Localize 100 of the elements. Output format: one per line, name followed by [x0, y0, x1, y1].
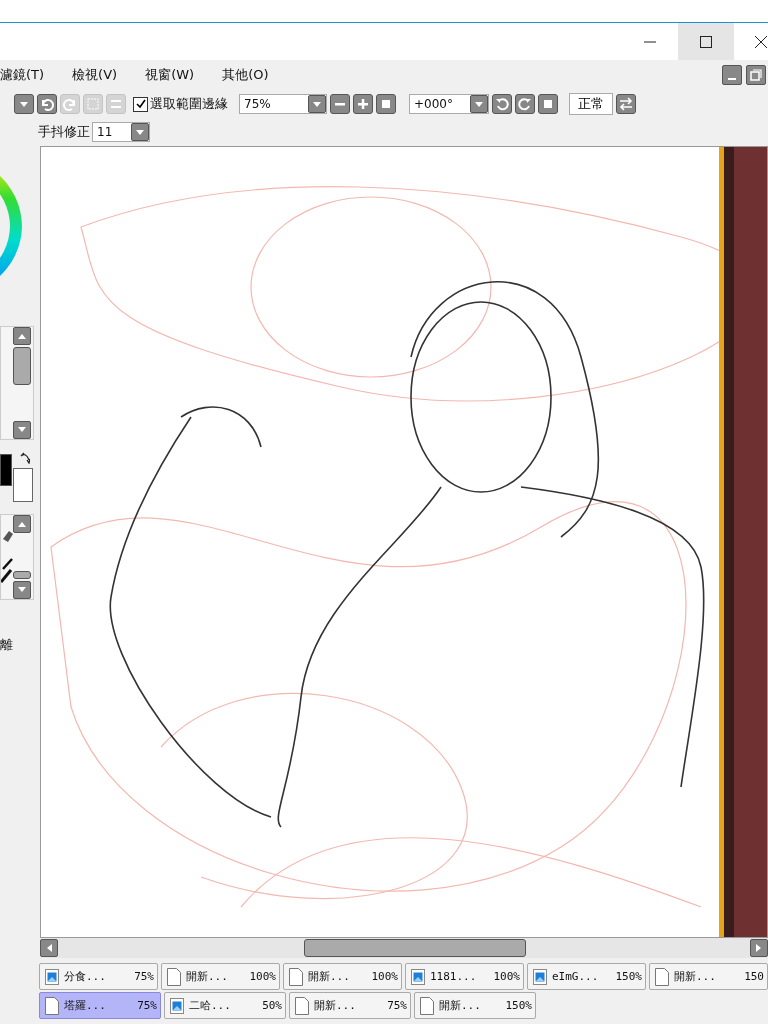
zoom-level: 100%	[371, 970, 398, 983]
selection-edge-checkbox[interactable]: 選取範圍邊緣	[133, 95, 228, 113]
restore-button[interactable]	[746, 65, 766, 85]
menu-item[interactable]: 濾鏡(T)	[0, 66, 45, 84]
image-file-icon	[411, 968, 425, 985]
caret-icon	[135, 128, 145, 136]
scrollbar-thumb[interactable]	[13, 571, 31, 579]
zoom-level: 75%	[134, 970, 154, 983]
document-name: 塔羅...	[64, 998, 106, 1013]
zoom-dropdown[interactable]: 75%	[239, 94, 327, 114]
close-icon	[754, 34, 768, 49]
plus-icon	[357, 98, 369, 110]
restore-icon	[750, 69, 762, 81]
right-arrow-icon	[756, 944, 762, 952]
file-icon	[420, 996, 434, 1015]
minimize-button[interactable]	[722, 65, 742, 85]
caret-icon	[312, 100, 322, 108]
zoom-out-button[interactable]	[330, 94, 350, 114]
square-icon	[380, 98, 392, 110]
scroll-down-button[interactable]	[13, 581, 31, 599]
reset-zoom-button[interactable]	[376, 94, 396, 114]
caret-icon	[474, 100, 484, 108]
document-name: 開新...	[674, 969, 716, 984]
document-name: 開新...	[439, 998, 481, 1013]
blend-mode-button[interactable]: 正常	[569, 93, 613, 115]
swap-icon[interactable]	[20, 452, 30, 464]
scrollbar-thumb[interactable]	[304, 939, 526, 957]
redo-icon	[63, 97, 77, 111]
file-icon	[167, 967, 181, 986]
rotate-left-icon	[495, 97, 509, 111]
zoom-level: 100%	[493, 970, 520, 983]
checkmark-icon	[134, 98, 147, 110]
document-tab[interactable]: 塔羅... 75%	[39, 992, 161, 1019]
zoom-level: 150%	[615, 970, 642, 983]
menu-item[interactable]: 其他(O)	[222, 66, 269, 84]
document-name: 分食...	[64, 969, 106, 984]
zoom-level: 150%	[505, 999, 532, 1012]
angle-dropdown[interactable]: +000°	[409, 94, 489, 114]
zoom-level: 50%	[262, 999, 282, 1012]
up-arrow-icon	[18, 521, 26, 527]
scroll-right-button[interactable]	[750, 939, 768, 957]
selection-icon	[86, 97, 100, 111]
down-arrow-icon	[18, 587, 26, 593]
image-file-icon	[533, 968, 547, 985]
document-name: 開新...	[308, 969, 350, 984]
maximize-button[interactable]	[678, 23, 734, 60]
undo-button[interactable]	[37, 94, 57, 114]
minimize-icon	[728, 78, 736, 80]
document-name: 開新...	[314, 998, 356, 1013]
reset-rotation-button[interactable]	[538, 94, 558, 114]
file-icon	[655, 967, 669, 986]
document-tab[interactable]: eImG... 150%	[527, 963, 646, 990]
scroll-up-button[interactable]	[13, 515, 31, 533]
document-tab[interactable]: 分食... 75%	[39, 963, 158, 990]
zoom-in-button[interactable]	[353, 94, 373, 114]
caret-icon	[19, 100, 29, 108]
document-tab[interactable]: 開新... 100%	[283, 963, 402, 990]
document-tab[interactable]: 開新... 150	[649, 963, 768, 990]
scrollbar-thumb[interactable]	[13, 347, 31, 385]
file-icon	[289, 967, 303, 986]
swap-arrows-icon	[618, 97, 634, 111]
minimize-icon	[643, 40, 657, 43]
lines-icon	[109, 97, 123, 111]
stabilizer-dropdown[interactable]: 11	[92, 122, 150, 142]
primary-color-swatch[interactable]	[0, 454, 12, 486]
document-name: 開新...	[186, 969, 228, 984]
scroll-up-button[interactable]	[13, 327, 31, 345]
up-arrow-icon	[18, 333, 26, 339]
down-arrow-icon	[18, 427, 26, 433]
rotate-right-icon	[518, 97, 532, 111]
document-name: 二哈...	[189, 998, 231, 1013]
menu-item[interactable]: 視窗(W)	[145, 66, 195, 84]
zoom-level: 100%	[249, 970, 276, 983]
maximize-icon	[699, 34, 713, 49]
document-name: 1181...	[430, 970, 477, 983]
document-tab[interactable]: 開新... 100%	[161, 963, 280, 990]
document-tab[interactable]: 開新... 75%	[289, 992, 411, 1019]
dropdown-button[interactable]	[14, 94, 34, 114]
menu-item[interactable]: 檢視(V)	[72, 66, 118, 84]
image-file-icon	[170, 997, 184, 1014]
left-arrow-icon	[46, 944, 52, 952]
file-icon	[45, 996, 59, 1015]
document-name: eImG...	[552, 970, 599, 983]
stabilizer-label: 手抖修正	[38, 123, 90, 141]
zoom-level: 75%	[387, 999, 407, 1012]
scroll-down-button[interactable]	[13, 421, 31, 439]
document-tab[interactable]: 1181... 100%	[405, 963, 524, 990]
rotate-right-button[interactable]	[515, 94, 535, 114]
document-tab[interactable]: 二哈... 50%	[164, 992, 286, 1019]
rotate-left-button[interactable]	[492, 94, 512, 114]
undo-icon	[40, 97, 54, 111]
zoom-level: 75%	[137, 999, 157, 1012]
square-icon	[542, 98, 554, 110]
document-tab[interactable]: 開新... 150%	[414, 992, 536, 1019]
image-file-icon	[45, 968, 59, 985]
zoom-level: 150	[744, 970, 764, 983]
tool-label: 離	[0, 636, 14, 654]
flip-button[interactable]	[616, 94, 636, 114]
secondary-color-swatch[interactable]	[13, 468, 33, 502]
scroll-left-button[interactable]	[40, 939, 58, 957]
